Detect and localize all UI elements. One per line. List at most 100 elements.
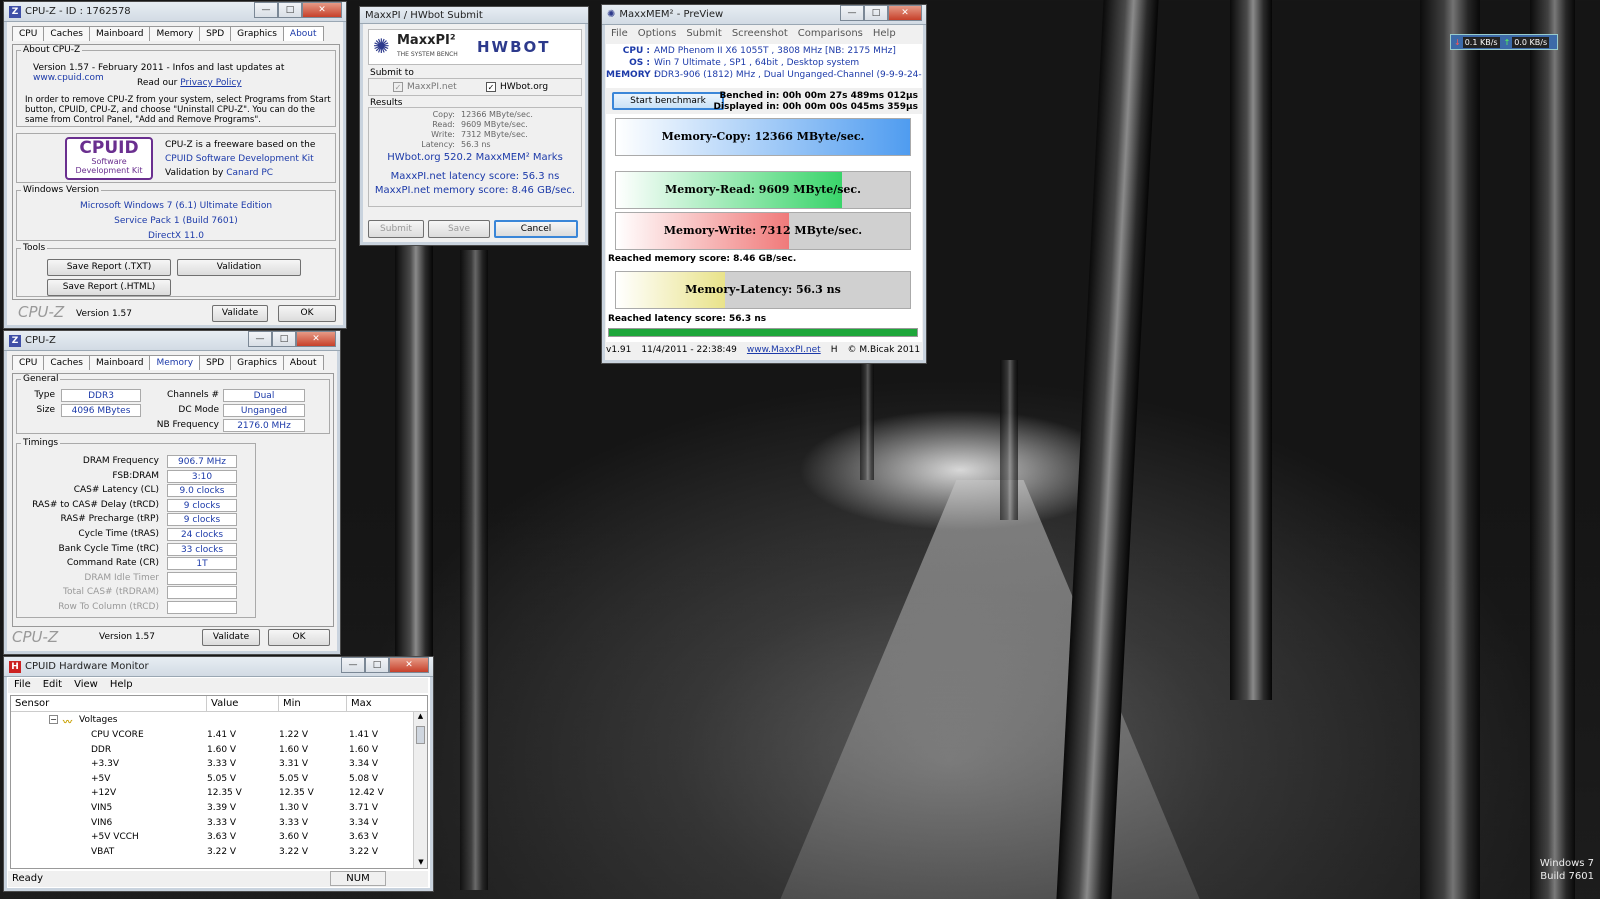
canard-link[interactable]: Canard PC	[226, 168, 273, 178]
network-meter[interactable]: ↓ 0.1 KB/s ↑ 0.0 KB/s	[1450, 34, 1558, 50]
save-report-html-button[interactable]: Save Report (.HTML)	[47, 279, 171, 296]
maximize-button[interactable]: □	[272, 331, 296, 347]
results-area: Memory-Copy: 12366 MByte/sec. Memory-Rea…	[606, 114, 922, 342]
size-label: Size	[36, 405, 55, 415]
scroll-thumb[interactable]	[416, 726, 425, 744]
tab-cpu[interactable]: CPU	[12, 355, 45, 370]
menu-view[interactable]: View	[68, 678, 104, 693]
timing-value: 906.7 MHz	[167, 455, 237, 468]
sensor-max: 3.34 V	[349, 817, 379, 828]
validate-button[interactable]: Validate	[212, 305, 268, 322]
sensor-max: 5.08 V	[349, 773, 379, 784]
sensor-value: 3.22 V	[207, 846, 237, 857]
maximize-button[interactable]: □	[278, 2, 302, 18]
download-arrow-icon: ↓	[1454, 37, 1461, 47]
footer-site-link[interactable]: www.MaxxPI.net	[747, 345, 821, 359]
minimize-button[interactable]: —	[341, 657, 365, 673]
menu-edit[interactable]: Edit	[37, 678, 68, 693]
start-benchmark-button[interactable]: Start benchmark	[612, 92, 724, 110]
column-header-min[interactable]: Min	[279, 696, 347, 712]
validation-button[interactable]: Validation	[177, 259, 301, 276]
menu-help[interactable]: Help	[104, 678, 139, 693]
sensor-row[interactable]: +12V 12.35 V 12.35 V 12.42 V	[11, 786, 415, 801]
tab-about[interactable]: About	[282, 26, 324, 41]
tab-cpu[interactable]: CPU	[12, 26, 45, 41]
maxxpi-checkbox[interactable]: ✓	[393, 82, 403, 92]
menu-submit[interactable]: Submit	[681, 27, 726, 42]
cpuz-memory-window: Z CPU-Z — □ ✕ CPU Caches Mainboard Memor…	[3, 330, 341, 655]
validate-button[interactable]: Validate	[202, 629, 260, 646]
sensor-row[interactable]: +3.3V 3.33 V 3.31 V 3.34 V	[11, 757, 415, 772]
sdk-link[interactable]: CPUID Software Development Kit	[165, 154, 314, 164]
sensor-group-row[interactable]: − 〰 Voltages	[11, 713, 415, 728]
close-button[interactable]: ✕	[389, 657, 429, 673]
privacy-policy-link[interactable]: Privacy Policy	[180, 78, 241, 88]
website-link[interactable]: www.cpuid.com	[33, 73, 104, 83]
tab-spd[interactable]: SPD	[199, 26, 232, 41]
sensor-max: 3.63 V	[349, 832, 379, 843]
group-label: Tools	[23, 243, 46, 253]
collapse-icon[interactable]: −	[49, 715, 58, 724]
tab-mainboard[interactable]: Mainboard	[89, 26, 151, 41]
close-button[interactable]: ✕	[888, 5, 922, 21]
tab-caches[interactable]: Caches	[43, 26, 90, 41]
column-header-sensor[interactable]: Sensor	[11, 696, 207, 712]
close-button[interactable]: ✕	[302, 2, 342, 18]
column-header-max[interactable]: Max	[347, 696, 427, 712]
sensor-row[interactable]: +5V VCCH 3.63 V 3.60 V 3.63 V	[11, 830, 415, 845]
title-bar[interactable]: H CPUID Hardware Monitor — □ ✕	[4, 657, 433, 677]
close-button[interactable]: ✕	[296, 331, 336, 347]
sensor-max: 3.34 V	[349, 759, 379, 770]
maximize-button[interactable]: □	[365, 657, 389, 673]
sensor-row[interactable]: VBAT 3.22 V 3.22 V 3.22 V	[11, 845, 415, 860]
minimize-button[interactable]: —	[840, 5, 864, 21]
title-bar[interactable]: Z CPU-Z - ID : 1762578 — □ ✕	[4, 2, 346, 22]
status-text: Ready	[12, 873, 44, 884]
title-bar[interactable]: Z CPU-Z — □ ✕	[4, 331, 340, 351]
save-button[interactable]: Save	[428, 220, 490, 238]
tab-about[interactable]: About	[282, 355, 324, 370]
save-report-txt-button[interactable]: Save Report (.TXT)	[47, 259, 171, 276]
ok-button[interactable]: OK	[278, 305, 336, 322]
version-label: Version 1.57	[99, 632, 155, 642]
menu-options[interactable]: Options	[633, 27, 682, 42]
column-header-value[interactable]: Value	[207, 696, 279, 712]
sensor-row[interactable]: VIN6 3.33 V 3.33 V 3.34 V	[11, 816, 415, 831]
tab-spd[interactable]: SPD	[199, 355, 232, 370]
tab-memory[interactable]: Memory	[149, 26, 201, 41]
cpuz-logo: CPU-Z	[18, 303, 65, 321]
sensor-row[interactable]: CPU VCORE 1.41 V 1.22 V 1.41 V	[11, 728, 415, 743]
title-bar[interactable]: MaxxPI / HWbot Submit	[360, 7, 588, 24]
minimize-button[interactable]: —	[254, 2, 278, 18]
channels-value: Dual	[223, 389, 305, 402]
sensor-row[interactable]: VIN5 3.39 V 1.30 V 3.71 V	[11, 801, 415, 816]
size-value: 4096 MBytes	[61, 404, 141, 417]
scroll-down-icon[interactable]: ▼	[414, 858, 427, 868]
minimize-button[interactable]: —	[248, 331, 272, 347]
hwbot-checkbox[interactable]: ✓	[486, 82, 496, 92]
title-bar[interactable]: ✺ MaxxMEM² - PreView — □ ✕	[602, 5, 926, 25]
maximize-button[interactable]: □	[864, 5, 888, 21]
tab-caches[interactable]: Caches	[43, 355, 90, 370]
tree-trunk	[1230, 0, 1272, 700]
menu-screenshot[interactable]: Screenshot	[727, 27, 793, 42]
tab-mainboard[interactable]: Mainboard	[89, 355, 151, 370]
menu-file[interactable]: File	[606, 27, 633, 42]
tab-graphics[interactable]: Graphics	[230, 355, 284, 370]
menu-comparisons[interactable]: Comparisons	[793, 27, 868, 42]
tab-memory[interactable]: Memory	[149, 355, 201, 370]
scroll-up-icon[interactable]: ▲	[414, 712, 427, 724]
tab-graphics[interactable]: Graphics	[230, 26, 284, 41]
submit-button[interactable]: Submit	[368, 220, 424, 238]
vertical-scrollbar[interactable]: ▲ ▼	[413, 712, 427, 868]
sensor-name: +5V VCCH	[91, 832, 139, 843]
sensor-row[interactable]: DDR 1.60 V 1.60 V 1.60 V	[11, 743, 415, 758]
cancel-button[interactable]: Cancel	[494, 220, 578, 238]
menu-help[interactable]: Help	[868, 27, 901, 42]
menu-file[interactable]: File	[8, 678, 37, 693]
tab-strip: CPU Caches Mainboard Memory SPD Graphics…	[12, 355, 324, 370]
footer-copyright: © M.Bicak 2011	[847, 345, 921, 355]
tree-trunk	[1420, 0, 1480, 899]
sensor-row[interactable]: +5V 5.05 V 5.05 V 5.08 V	[11, 772, 415, 787]
ok-button[interactable]: OK	[268, 629, 330, 646]
